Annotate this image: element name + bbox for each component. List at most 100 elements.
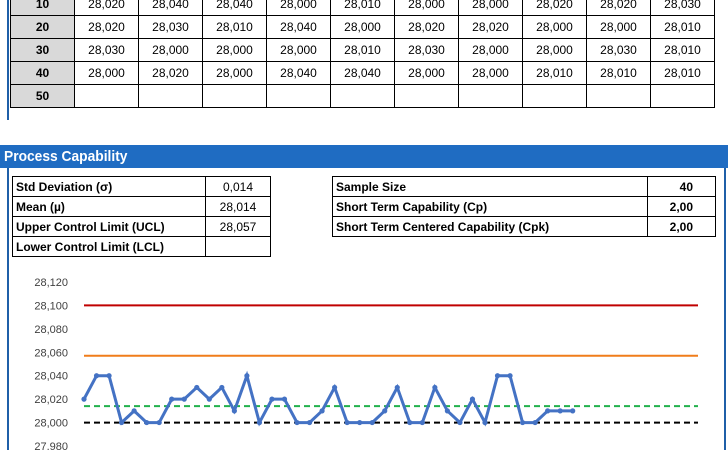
grid-cell[interactable]: 28,000 xyxy=(202,61,267,85)
grid-cell[interactable]: 28,010 xyxy=(330,38,395,62)
stat-value[interactable]: 28,057 xyxy=(205,216,271,237)
grid-cell[interactable]: 28,020 xyxy=(138,61,203,85)
grid-cell[interactable]: 28,000 xyxy=(522,15,587,39)
grid-row-label: 20 xyxy=(10,15,75,39)
section-title: Process Capability xyxy=(4,148,128,165)
grid-cell[interactable]: 28,040 xyxy=(266,15,331,39)
series-line xyxy=(82,370,573,427)
grid-cell[interactable]: 28,000 xyxy=(394,0,459,16)
data-point xyxy=(281,396,288,402)
y-tick-label: 27,980 xyxy=(34,441,68,450)
data-point xyxy=(131,408,137,414)
data-point xyxy=(457,419,463,426)
data-point xyxy=(545,408,551,414)
grid-cell[interactable]: 28,010 xyxy=(202,15,267,39)
grid-row-label: 40 xyxy=(10,61,75,85)
data-point xyxy=(144,419,150,426)
grid-cell[interactable]: 28,000 xyxy=(458,0,523,16)
grid-cell[interactable]: 28,030 xyxy=(138,15,203,39)
grid-cell[interactable]: 28,020 xyxy=(394,15,459,39)
grid-cell[interactable]: 28,000 xyxy=(266,0,331,16)
data-point xyxy=(494,373,501,379)
data-point xyxy=(444,408,450,414)
data-point xyxy=(194,384,200,391)
grid-cell[interactable]: 28,000 xyxy=(458,61,523,85)
stat-value[interactable]: 2,00 xyxy=(647,196,716,217)
data-point xyxy=(319,408,325,414)
grid-row: 20 28,020 28,030 28,010 28,040 28,000 28,020 28… xyxy=(10,15,715,39)
grid-cell[interactable]: 28,020 xyxy=(458,15,523,39)
grid-cell[interactable] xyxy=(74,84,139,108)
grid-cell[interactable] xyxy=(202,84,267,108)
data-point xyxy=(532,419,538,426)
grid-cell[interactable]: 28,040 xyxy=(202,0,267,16)
data-point xyxy=(507,373,513,379)
grid-cell[interactable]: 28,000 xyxy=(394,61,459,85)
grid-cell[interactable] xyxy=(650,84,715,108)
grid-cell[interactable]: 28,040 xyxy=(266,61,331,85)
grid-cell[interactable] xyxy=(586,84,651,108)
grid-cell[interactable]: 28,020 xyxy=(586,0,651,16)
grid-cell[interactable] xyxy=(522,84,587,108)
grid-cell[interactable]: 28,000 xyxy=(266,38,331,62)
stat-label: Short Term Centered Capability (Cpk) xyxy=(332,216,648,237)
grid-cell[interactable]: 28,010 xyxy=(522,61,587,85)
stat-value[interactable]: 28,014 xyxy=(205,196,271,217)
data-point xyxy=(570,408,576,414)
stat-value[interactable]: 0,014 xyxy=(205,176,271,197)
stat-value[interactable]: 2,00 xyxy=(647,216,716,237)
grid-row: 40 28,000 28,020 28,000 28,040 28,040 28,000 28… xyxy=(10,61,715,85)
grid-row-label: 50 xyxy=(10,84,75,108)
grid-cell[interactable]: 28,030 xyxy=(650,0,715,16)
data-point xyxy=(219,384,225,391)
grid-cell[interactable]: 28,000 xyxy=(74,61,139,85)
grid-cell[interactable]: 28,000 xyxy=(330,15,395,39)
data-point xyxy=(332,384,338,391)
stat-label: Sample Size xyxy=(332,176,648,197)
stats-table-right: Sample Size 40 Short Term Capability (Cp… xyxy=(332,176,716,237)
grid-cell[interactable] xyxy=(138,84,203,108)
grid-cell[interactable]: 28,010 xyxy=(330,0,395,16)
grid-cell[interactable] xyxy=(394,84,459,108)
y-tick-label: 28,080 xyxy=(34,324,68,336)
grid-cell[interactable]: 28,010 xyxy=(586,61,651,85)
left-accent-bar xyxy=(7,0,9,120)
grid-cell[interactable]: 28,000 xyxy=(586,15,651,39)
grid-cell[interactable] xyxy=(458,84,523,108)
grid-cell[interactable]: 28,040 xyxy=(138,0,203,16)
y-tick-label: 28,120 xyxy=(34,277,68,289)
stat-label: Short Term Capability (Cp) xyxy=(332,196,648,217)
stat-value[interactable] xyxy=(205,236,271,257)
grid-cell[interactable]: 28,010 xyxy=(650,38,715,62)
stat-row: Lower Control Limit (LCL) xyxy=(12,236,271,257)
data-point xyxy=(369,419,375,426)
grid-cell[interactable]: 28,030 xyxy=(394,38,459,62)
grid-cell[interactable] xyxy=(330,84,395,108)
data-point xyxy=(244,373,250,379)
stat-value[interactable]: 40 xyxy=(647,176,716,197)
data-point xyxy=(306,419,313,426)
data-point xyxy=(357,419,363,426)
grid-cell[interactable]: 28,000 xyxy=(138,38,203,62)
grid-cell[interactable]: 28,020 xyxy=(522,0,587,16)
data-point xyxy=(269,396,275,402)
data-point xyxy=(118,419,125,426)
grid-cell[interactable]: 28,000 xyxy=(522,38,587,62)
grid-cell[interactable]: 28,020 xyxy=(74,0,139,16)
grid-cell[interactable]: 28,030 xyxy=(74,38,139,62)
data-point xyxy=(206,396,212,402)
grid-cell[interactable]: 28,020 xyxy=(74,15,139,39)
grid-cell[interactable]: 28,030 xyxy=(586,38,651,62)
sample-data-grid: 10 28,020 28,040 28,040 28,000 28,010 28,000 28… xyxy=(10,0,715,108)
grid-cell[interactable]: 28,010 xyxy=(650,15,715,39)
data-point xyxy=(256,419,263,426)
stat-row: Short Term Centered Capability (Cpk) 2,0… xyxy=(332,216,716,237)
grid-cell[interactable]: 28,000 xyxy=(202,38,267,62)
grid-cell[interactable] xyxy=(266,84,331,108)
grid-cell[interactable]: 28,010 xyxy=(650,61,715,85)
stats-table-left: Std Deviation (σ) 0,014 Mean (µ) 28,014 … xyxy=(12,176,271,257)
grid-cell[interactable]: 28,040 xyxy=(330,61,395,85)
data-point xyxy=(519,419,526,426)
grid-cell[interactable]: 28,000 xyxy=(458,38,523,62)
stat-row: Sample Size 40 xyxy=(332,176,716,197)
